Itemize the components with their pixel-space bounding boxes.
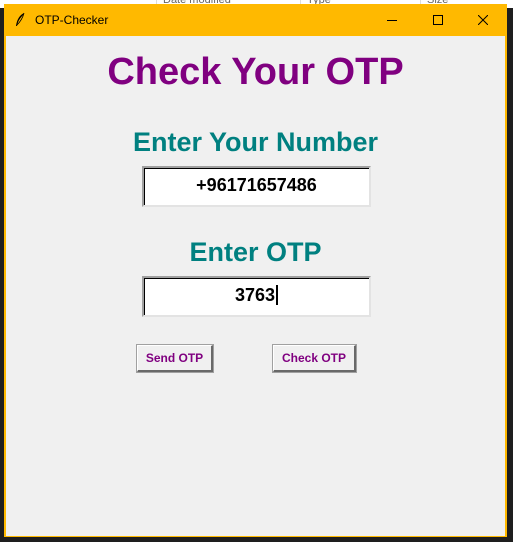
close-icon xyxy=(478,15,488,25)
number-label: Enter Your Number xyxy=(132,127,379,157)
title-bar[interactable]: OTP-Checker xyxy=(5,5,506,35)
check-otp-button[interactable]: Check OTP xyxy=(272,344,357,373)
page-title: Check Your OTP xyxy=(107,51,404,93)
maximize-button[interactable] xyxy=(415,5,461,35)
otp-value: 3763 xyxy=(234,285,276,305)
otp-input[interactable]: 3763 xyxy=(142,276,371,317)
maximize-icon xyxy=(433,15,443,25)
minimize-button[interactable] xyxy=(369,5,415,35)
close-button[interactable] xyxy=(460,5,506,35)
phone-number-input[interactable]: +96171657486 xyxy=(142,166,371,207)
feather-icon xyxy=(14,12,26,28)
phone-number-value: +96171657486 xyxy=(196,175,317,195)
otp-value-wrap: 3763 xyxy=(144,285,369,306)
otp-checker-window: OTP-Checker Check Your OTP Enter Your Nu… xyxy=(4,4,507,537)
window-title: OTP-Checker xyxy=(35,13,109,27)
minimize-icon xyxy=(387,20,397,21)
send-otp-button[interactable]: Send OTP xyxy=(136,344,214,373)
text-cursor xyxy=(276,285,279,305)
otp-label: Enter OTP xyxy=(189,237,322,267)
window-content: Check Your OTP Enter Your Number +961716… xyxy=(6,36,505,536)
